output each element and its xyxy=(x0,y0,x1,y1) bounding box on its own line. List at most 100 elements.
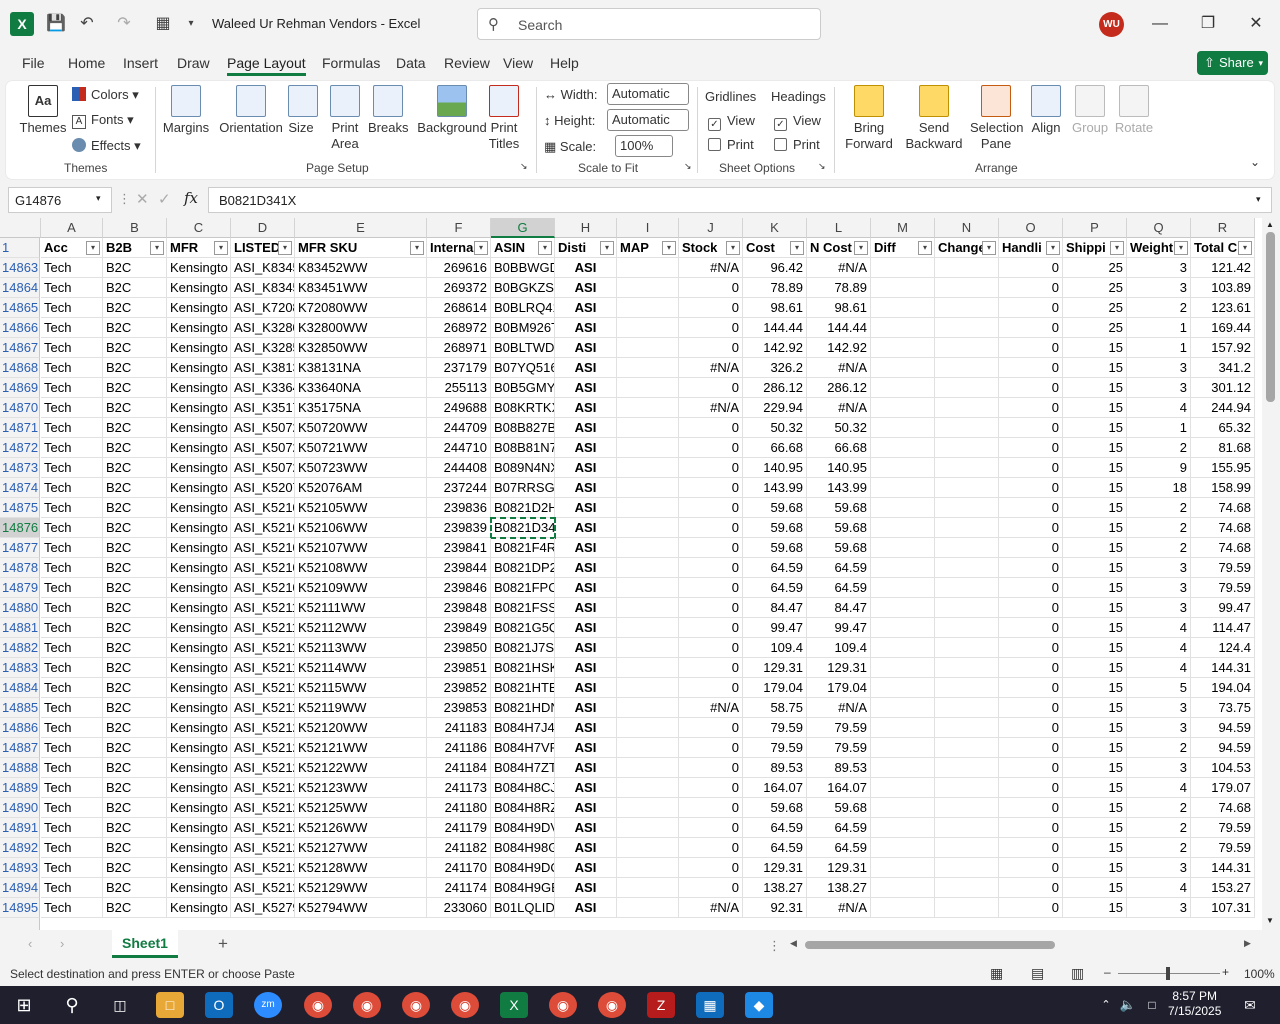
tab-file[interactable]: File xyxy=(22,55,45,71)
table-cell[interactable]: B2C xyxy=(103,518,167,538)
table-cell[interactable]: 3 xyxy=(1127,558,1191,578)
table-cell[interactable]: Tech xyxy=(41,658,103,678)
table-cell[interactable]: 15 xyxy=(1063,338,1127,358)
table-cell[interactable]: ASI xyxy=(555,458,617,478)
save-icon[interactable]: 💾 xyxy=(45,13,67,35)
table-cell[interactable]: B084H7ZT xyxy=(491,758,555,778)
filter-dropdown-icon[interactable]: ▾ xyxy=(1046,241,1060,255)
table-cell[interactable]: 59.68 xyxy=(807,538,871,558)
table-cell[interactable]: ASI xyxy=(555,258,617,278)
table-cell[interactable]: 179.04 xyxy=(743,678,807,698)
table-cell[interactable]: 64.59 xyxy=(807,558,871,578)
table-cell[interactable]: B0821D341 xyxy=(491,518,555,538)
table-cell[interactable]: 0 xyxy=(999,578,1063,598)
column-header-r[interactable]: R xyxy=(1191,218,1255,238)
table-cell[interactable]: 64.59 xyxy=(743,838,807,858)
header-cell[interactable]: ASIN ▾ xyxy=(491,238,555,258)
header-cell[interactable]: MFR ▾ xyxy=(167,238,231,258)
table-cell[interactable]: 241173 xyxy=(427,778,491,798)
vertical-scrollbar[interactable]: ▲ ▼ xyxy=(1262,218,1280,930)
table-cell[interactable]: 59.68 xyxy=(743,518,807,538)
table-cell[interactable]: 64.59 xyxy=(743,558,807,578)
column-header-e[interactable]: E xyxy=(295,218,427,238)
table-cell[interactable]: Kensingto xyxy=(167,438,231,458)
table-cell[interactable]: 3 xyxy=(1127,578,1191,598)
table-cell[interactable]: 0 xyxy=(999,638,1063,658)
table-cell[interactable]: ASI_K5211 xyxy=(231,638,295,658)
sheet-options-dialog-launcher-icon[interactable]: ↘ xyxy=(818,161,826,172)
table-cell[interactable]: 140.95 xyxy=(743,458,807,478)
table-cell[interactable]: 15 xyxy=(1063,758,1127,778)
notifications-icon[interactable]: ✉ xyxy=(1236,992,1264,1018)
header-cell[interactable]: Acc ▾ xyxy=(41,238,103,258)
table-cell[interactable]: 241179 xyxy=(427,818,491,838)
table-cell[interactable]: 0 xyxy=(679,498,743,518)
tab-data[interactable]: Data xyxy=(396,55,426,71)
scroll-left-icon[interactable]: ◀ xyxy=(790,938,797,949)
table-cell[interactable]: B2C xyxy=(103,878,167,898)
table-cell[interactable]: 79.59 xyxy=(1191,558,1255,578)
table-cell[interactable]: 64.59 xyxy=(807,578,871,598)
table-cell[interactable]: K52108WW xyxy=(295,558,427,578)
scroll-down-icon[interactable]: ▼ xyxy=(1266,916,1274,925)
column-header-m[interactable]: M xyxy=(871,218,935,238)
table-cell[interactable]: 0 xyxy=(999,278,1063,298)
table-cell[interactable] xyxy=(935,658,999,678)
filter-dropdown-icon[interactable]: ▾ xyxy=(918,241,932,255)
table-cell[interactable]: 239846 xyxy=(427,578,491,598)
scroll-up-icon[interactable]: ▲ xyxy=(1266,220,1274,229)
table-cell[interactable]: Kensingto xyxy=(167,738,231,758)
table-cell[interactable]: 0 xyxy=(679,278,743,298)
header-cell[interactable]: MFR SKU ▾ xyxy=(295,238,427,258)
table-cell[interactable]: 286.12 xyxy=(743,378,807,398)
table-cell[interactable]: Tech xyxy=(41,338,103,358)
column-header-d[interactable]: D xyxy=(231,218,295,238)
table-cell[interactable]: Kensingto xyxy=(167,818,231,838)
table-cell[interactable] xyxy=(871,658,935,678)
table-cell[interactable]: 15 xyxy=(1063,638,1127,658)
table-cell[interactable]: 2 xyxy=(1127,298,1191,318)
row-header[interactable]: 14891 xyxy=(0,818,40,838)
table-cell[interactable]: 15 xyxy=(1063,558,1127,578)
table-cell[interactable]: B084H9DQ xyxy=(491,858,555,878)
table-cell[interactable]: 241184 xyxy=(427,758,491,778)
background-button[interactable]: Background xyxy=(412,85,492,136)
table-cell[interactable]: 0 xyxy=(999,438,1063,458)
table-cell[interactable]: B2C xyxy=(103,818,167,838)
table-cell[interactable] xyxy=(617,798,679,818)
table-cell[interactable]: K52106WW xyxy=(295,518,427,538)
table-cell[interactable]: 0 xyxy=(999,658,1063,678)
row-header[interactable]: 14872 xyxy=(0,438,40,458)
table-cell[interactable]: 0 xyxy=(679,538,743,558)
table-cell[interactable]: 121.42 xyxy=(1191,258,1255,278)
table-cell[interactable]: 0 xyxy=(999,538,1063,558)
table-cell[interactable]: B084H7VR xyxy=(491,738,555,758)
table-cell[interactable]: B2C xyxy=(103,438,167,458)
column-header-o[interactable]: O xyxy=(999,218,1063,238)
table-cell[interactable]: ASI xyxy=(555,858,617,878)
table-cell[interactable]: 0 xyxy=(679,318,743,338)
fonts-button[interactable]: A Fonts ▾ xyxy=(72,112,134,129)
table-cell[interactable]: ASI_K5212 xyxy=(231,758,295,778)
table-cell[interactable]: K52125WW xyxy=(295,798,427,818)
table-cell[interactable]: 124.4 xyxy=(1191,638,1255,658)
table-cell[interactable] xyxy=(871,318,935,338)
table-cell[interactable]: ASI xyxy=(555,498,617,518)
filezilla-icon[interactable]: Z xyxy=(647,992,675,1018)
table-cell[interactable]: B084H9DV xyxy=(491,818,555,838)
table-cell[interactable] xyxy=(871,598,935,618)
table-cell[interactable] xyxy=(935,778,999,798)
table-cell[interactable]: ASI xyxy=(555,418,617,438)
row-header[interactable]: 14870 xyxy=(0,398,40,418)
table-cell[interactable]: #N/A xyxy=(807,358,871,378)
table-cell[interactable]: K52794WW xyxy=(295,898,427,918)
table-cell[interactable]: K52121WW xyxy=(295,738,427,758)
table-cell[interactable]: 15 xyxy=(1063,878,1127,898)
table-cell[interactable]: K83451WW xyxy=(295,278,427,298)
table-cell[interactable]: 99.47 xyxy=(807,618,871,638)
table-cell[interactable]: 74.68 xyxy=(1191,538,1255,558)
table-cell[interactable]: ASI_K8345 xyxy=(231,258,295,278)
table-cell[interactable] xyxy=(617,878,679,898)
table-cell[interactable] xyxy=(617,618,679,638)
formula-input[interactable]: B0821D341X xyxy=(208,187,1272,213)
